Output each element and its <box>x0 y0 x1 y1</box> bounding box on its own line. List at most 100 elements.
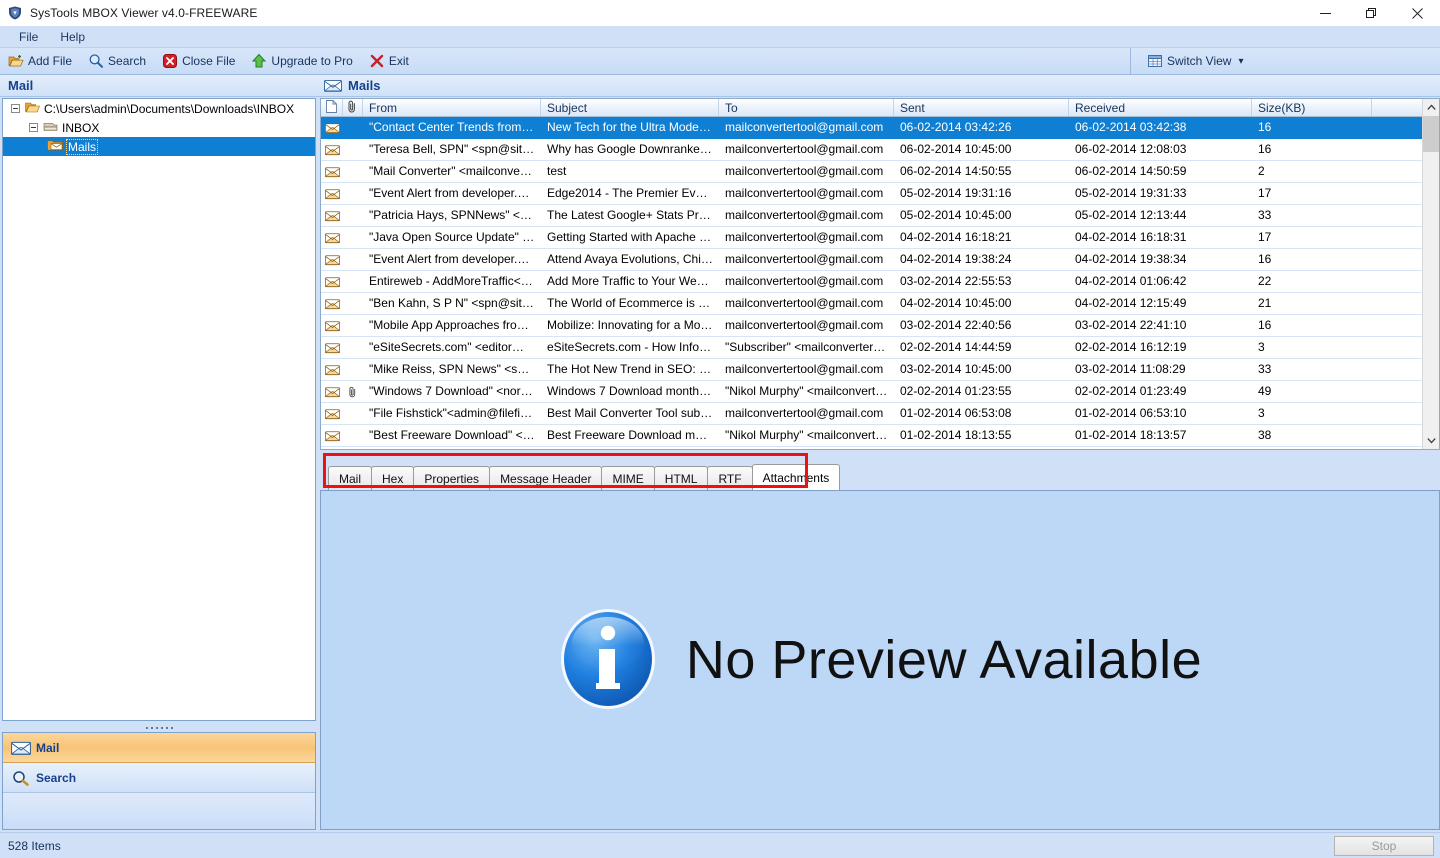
column-header-to[interactable]: To <box>719 99 894 116</box>
table-row[interactable]: "File Fishstick"<admin@filefish... Best M… <box>321 403 1422 425</box>
tree-node-inbox[interactable]: INBOX <box>3 118 315 137</box>
table-row[interactable]: "Windows 7 Download" <nore... Windows 7 D… <box>321 381 1422 403</box>
cell-from: "Event Alert from developer.co... <box>369 252 541 266</box>
nav-button-search[interactable]: Search <box>3 763 315 793</box>
chevron-down-icon: ▾ <box>1238 55 1244 67</box>
cell-sent: 01-02-2014 18:13:55 <box>900 428 1012 442</box>
menu-file[interactable]: File <box>8 27 49 47</box>
scroll-up-arrow-icon[interactable] <box>1423 99 1440 116</box>
table-row[interactable]: "Ben Kahn, S P N" <spn@sitepr... The Worl… <box>321 293 1422 315</box>
table-row[interactable]: "Mobile App Approaches from ... Mobilize:… <box>321 315 1422 337</box>
cell-to: mailconvertertool@gmail.com <box>725 120 884 134</box>
search-label: Search <box>108 54 147 68</box>
column-header-status[interactable] <box>321 99 343 116</box>
cell-sent: 05-02-2014 10:45:00 <box>900 208 1012 222</box>
mail-envelope-icon <box>321 408 343 420</box>
cell-subject: The Latest Google+ Stats Prove... <box>547 208 719 222</box>
table-row[interactable]: "Mike Reiss, SPN News" <spn@... The Hot N… <box>321 359 1422 381</box>
menu-help[interactable]: Help <box>49 27 96 47</box>
expander-icon[interactable] <box>29 123 38 132</box>
menu-bar: File Help <box>0 26 1440 48</box>
cell-subject: Best Freeware Download mont... <box>547 428 719 442</box>
cell-sent: 04-02-2014 10:45:00 <box>900 296 1012 310</box>
scrollbar-thumb[interactable] <box>1422 116 1439 152</box>
cell-received: 06-02-2014 12:08:03 <box>1075 142 1187 156</box>
table-row[interactable]: "Java Open Source Update" <n... Getting S… <box>321 227 1422 249</box>
stop-button[interactable]: Stop <box>1334 836 1434 856</box>
close-button[interactable] <box>1394 0 1440 26</box>
exit-button[interactable]: Exit <box>363 50 417 72</box>
switch-view-button[interactable]: Switch View ▾ <box>1141 50 1252 72</box>
cell-to: mailconvertertool@gmail.com <box>725 164 884 178</box>
cell-to: mailconvertertool@gmail.com <box>725 252 884 266</box>
cell-size: 17 <box>1258 186 1272 200</box>
upgrade-to-pro-button[interactable]: Upgrade to Pro <box>245 50 360 72</box>
tab-hex[interactable]: Hex <box>371 466 415 490</box>
mail-envelope-icon <box>321 210 343 222</box>
tab-mail[interactable]: Mail <box>328 466 373 490</box>
open-folder-icon <box>8 53 24 69</box>
tab-mime[interactable]: MIME <box>601 466 655 490</box>
green-up-arrow-icon <box>251 53 267 69</box>
maximize-restore-button[interactable] <box>1348 0 1394 26</box>
cell-from: "Ben Kahn, S P N" <spn@sitepr... <box>369 296 541 310</box>
magnifier-icon <box>88 53 104 69</box>
table-row[interactable]: "Event Alert from developer.co... Edge201… <box>321 183 1422 205</box>
table-row[interactable]: "Event Alert from developer.co... Attend … <box>321 249 1422 271</box>
column-header-subject[interactable]: Subject <box>541 99 719 116</box>
column-header-attachment[interactable] <box>343 99 363 116</box>
cell-sent: 01-02-2014 06:53:08 <box>900 406 1012 420</box>
scroll-down-arrow-icon[interactable] <box>1423 432 1440 449</box>
application-window: SysTools MBOX Viewer v4.0-FREEWARE File … <box>0 0 1440 858</box>
folder-tree[interactable]: C:\Users\admin\Documents\Downloads\INBOX… <box>2 98 316 721</box>
pane-splitter[interactable] <box>2 723 316 732</box>
search-button[interactable]: Search <box>82 50 154 72</box>
cell-size: 22 <box>1258 274 1272 288</box>
tree-node-mails[interactable]: Mails <box>3 137 315 156</box>
mail-folder-icon <box>47 139 63 155</box>
add-file-button[interactable]: Add File <box>2 50 80 72</box>
cell-subject: Add More Traffic to Your Websi... <box>547 274 719 288</box>
cell-sent: 05-02-2014 19:31:16 <box>900 186 1012 200</box>
table-row[interactable]: "Mail Converter" <mailconverte... test mai… <box>321 161 1422 183</box>
preview-tabs-container: Mail Hex Properties Message Header MIME HTML R… <box>320 450 1440 490</box>
tree-node-root[interactable]: C:\Users\admin\Documents\Downloads\INBOX <box>3 99 315 118</box>
cell-size: 33 <box>1258 208 1272 222</box>
tab-html[interactable]: HTML <box>653 466 709 490</box>
tab-attachments[interactable]: Attachments <box>751 464 841 490</box>
table-row[interactable]: "Patricia Hays, SPNNews" <spn... The Late… <box>321 205 1422 227</box>
nav-button-mail[interactable]: Mail <box>3 733 315 763</box>
red-x-icon <box>369 53 385 69</box>
minimize-button[interactable] <box>1302 0 1348 26</box>
nav-button-mail-label: Mail <box>36 740 60 755</box>
toolbar-right-section: Switch View ▾ <box>1130 48 1440 74</box>
table-row[interactable]: "Teresa Bell, SPN" <spn@sitepr... Why has… <box>321 139 1422 161</box>
tab-rtf[interactable]: RTF <box>707 466 753 490</box>
close-file-button[interactable]: Close File <box>156 50 243 72</box>
expander-icon[interactable] <box>11 104 20 113</box>
column-header-received[interactable]: Received <box>1069 99 1252 116</box>
scrollbar-track[interactable] <box>1423 152 1440 432</box>
table-row-partial[interactable] <box>321 447 1422 449</box>
preview-panel: No Preview Available <box>320 490 1440 830</box>
column-header-size[interactable]: Size(KB) <box>1252 99 1372 116</box>
table-row[interactable]: Entireweb - AddMoreTraffic<d... Add More … <box>321 271 1422 293</box>
cell-subject: Why has Google Downranked ... <box>547 142 719 156</box>
cell-from: "Event Alert from developer.co... <box>369 186 541 200</box>
tab-message-header[interactable]: Message Header <box>489 466 603 490</box>
column-header-from[interactable]: From <box>363 99 541 116</box>
page-icon <box>326 99 337 116</box>
cell-received: 02-02-2014 16:12:19 <box>1075 340 1187 354</box>
cell-from: "Patricia Hays, SPNNews" <spn... <box>369 208 541 222</box>
column-header-sent[interactable]: Sent <box>894 99 1069 116</box>
cell-size: 3 <box>1258 340 1265 354</box>
table-row[interactable]: "Contact Center Trends from de... New Tec… <box>321 117 1422 139</box>
tab-properties[interactable]: Properties <box>413 466 491 490</box>
table-row[interactable]: "eSiteSecrets.com" <editor@esi... eSiteSe… <box>321 337 1422 359</box>
cell-from: "Mobile App Approaches from ... <box>369 318 541 332</box>
mail-list-scrollbar[interactable] <box>1422 99 1439 449</box>
cell-subject: Windows 7 Download monthly... <box>547 384 717 398</box>
cell-from: "Windows 7 Download" <nore... <box>369 384 538 398</box>
table-row[interactable]: "Best Freeware Download" <n... Best Freew… <box>321 425 1422 447</box>
cell-to: mailconvertertool@gmail.com <box>725 142 884 156</box>
